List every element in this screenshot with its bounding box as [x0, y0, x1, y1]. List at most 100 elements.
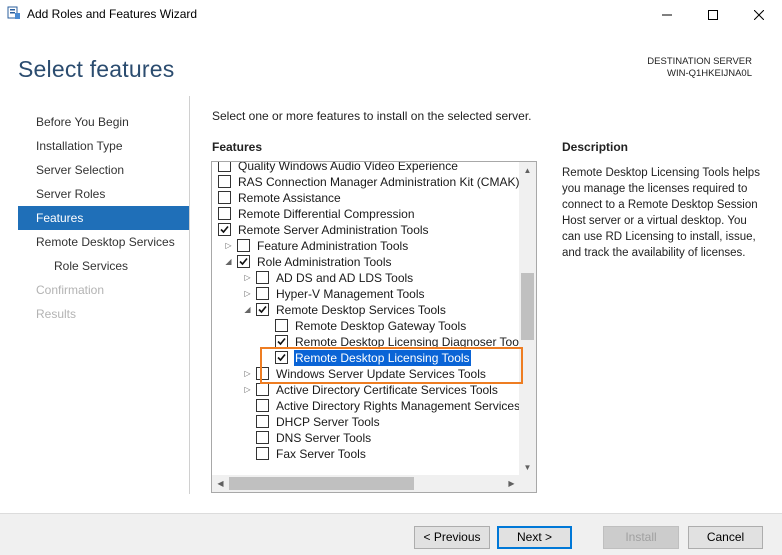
close-button[interactable] — [736, 0, 782, 30]
feature-checkbox[interactable] — [256, 303, 269, 316]
minimize-icon — [662, 14, 672, 16]
collapsed-arrow-icon[interactable]: ▷ — [243, 289, 252, 299]
tree-row[interactable]: ▷ Active Directory Certificate Services T… — [212, 382, 520, 398]
feature-checkbox[interactable] — [256, 271, 269, 284]
feature-label[interactable]: Quality Windows Audio Video Experience — [237, 162, 459, 174]
scrollbar-corner — [519, 475, 536, 492]
scroll-left-arrow-icon[interactable]: ◀ — [212, 475, 229, 492]
maximize-icon — [708, 10, 718, 20]
title-bar: Add Roles and Features Wizard — [0, 0, 782, 30]
wizard-nav: Before You Begin Installation Type Serve… — [18, 110, 189, 326]
tree-row[interactable]: Remote Desktop Gateway Tools — [212, 318, 520, 334]
nav-item-before-you-begin[interactable]: Before You Begin — [18, 110, 189, 134]
tree-row[interactable]: DNS Server Tools — [212, 430, 520, 446]
feature-label[interactable]: Role Administration Tools — [256, 254, 393, 270]
destination-server-name: WIN-Q1HKEIJNA0L — [667, 68, 752, 79]
feature-checkbox[interactable] — [256, 415, 269, 428]
feature-label[interactable]: Remote Desktop Services Tools — [275, 302, 447, 318]
collapsed-arrow-icon[interactable]: ▷ — [243, 385, 252, 395]
annotation-highlight-box — [260, 347, 523, 384]
vertical-scroll-thumb[interactable] — [521, 273, 534, 340]
nav-item-server-roles[interactable]: Server Roles — [18, 182, 189, 206]
feature-checkbox[interactable] — [218, 223, 231, 236]
expanded-arrow-icon[interactable]: ◢ — [224, 257, 233, 267]
feature-label[interactable]: Remote Desktop Gateway Tools — [294, 318, 467, 334]
expanded-arrow-icon[interactable]: ◢ — [243, 305, 252, 315]
scroll-up-arrow-icon[interactable]: ▲ — [519, 162, 536, 179]
tree-row[interactable]: ▷ Feature Administration Tools — [212, 238, 520, 254]
features-heading: Features — [212, 140, 263, 154]
feature-checkbox[interactable] — [256, 431, 269, 444]
install-button: Install — [603, 526, 679, 549]
page-title: Select features — [18, 56, 175, 82]
feature-checkbox[interactable] — [275, 319, 288, 332]
maximize-button[interactable] — [690, 0, 736, 30]
feature-label[interactable]: AD DS and AD LDS Tools — [275, 270, 414, 286]
feature-checkbox[interactable] — [256, 447, 269, 460]
feature-checkbox[interactable] — [218, 191, 231, 204]
nav-divider — [189, 96, 190, 494]
features-tree-viewport: Quality Windows Audio Video Experience RA… — [212, 162, 520, 476]
tree-row[interactable]: Active Directory Rights Management Servi… — [212, 398, 520, 414]
feature-checkbox[interactable] — [237, 255, 250, 268]
description-heading: Description — [562, 140, 629, 154]
collapsed-arrow-icon[interactable]: ▷ — [243, 273, 252, 283]
feature-checkbox[interactable] — [218, 175, 231, 188]
nav-item-remote-desktop-services[interactable]: Remote Desktop Services — [18, 230, 189, 254]
nav-item-role-services[interactable]: Role Services — [18, 254, 189, 278]
feature-checkbox[interactable] — [256, 399, 269, 412]
tree-row[interactable]: Remote Assistance — [212, 190, 520, 206]
scroll-right-arrow-icon[interactable]: ▶ — [503, 475, 520, 492]
description-text: Remote Desktop Licensing Tools helps you… — [562, 167, 760, 259]
collapsed-arrow-icon[interactable]: ▷ — [243, 369, 252, 379]
destination-label: DESTINATION SERVER — [647, 56, 752, 67]
feature-label[interactable]: Remote Server Administration Tools — [237, 222, 430, 238]
instruction-text: Select one or more features to install o… — [212, 109, 532, 123]
nav-item-server-selection[interactable]: Server Selection — [18, 158, 189, 182]
feature-label[interactable]: Remote Differential Compression — [237, 206, 416, 222]
nav-item-confirmation: Confirmation — [36, 283, 105, 297]
feature-checkbox[interactable] — [256, 287, 269, 300]
wizard-footer: < Previous Next > Install Cancel — [0, 513, 782, 555]
next-button[interactable]: Next > — [497, 526, 572, 549]
tree-row[interactable]: RAS Connection Manager Administration Ki… — [212, 174, 520, 190]
horizontal-scroll-thumb[interactable] — [229, 477, 414, 490]
horizontal-scrollbar[interactable]: ◀ ▶ — [212, 475, 520, 492]
tree-row[interactable]: ▷ AD DS and AD LDS Tools — [212, 270, 520, 286]
tree-row[interactable]: Quality Windows Audio Video Experience — [212, 162, 520, 174]
feature-label[interactable]: Fax Server Tools — [275, 446, 367, 462]
feature-label[interactable]: DHCP Server Tools — [275, 414, 381, 430]
nav-item-features[interactable]: Features — [18, 206, 189, 230]
server-manager-icon — [7, 6, 21, 20]
destination-server-info: DESTINATION SERVER WIN-Q1HKEIJNA0L — [647, 56, 752, 80]
tree-row[interactable]: Remote Server Administration Tools — [212, 222, 520, 238]
feature-label[interactable]: DNS Server Tools — [275, 430, 372, 446]
nav-item-installation-type[interactable]: Installation Type — [18, 134, 189, 158]
window-title: Add Roles and Features Wizard — [27, 7, 198, 21]
feature-label[interactable]: Feature Administration Tools — [256, 238, 409, 254]
tree-row[interactable]: DHCP Server Tools — [212, 414, 520, 430]
previous-button[interactable]: < Previous — [414, 526, 490, 549]
feature-checkbox[interactable] — [256, 383, 269, 396]
feature-label[interactable]: Remote Assistance — [237, 190, 342, 206]
feature-checkbox[interactable] — [218, 207, 231, 220]
feature-checkbox[interactable] — [237, 239, 250, 252]
tree-row[interactable]: ◢ Remote Desktop Services Tools — [212, 302, 520, 318]
tree-row[interactable]: Fax Server Tools — [212, 446, 520, 462]
feature-label[interactable]: RAS Connection Manager Administration Ki… — [237, 174, 520, 190]
tree-row[interactable]: ▷ Hyper-V Management Tools — [212, 286, 520, 302]
tree-row[interactable]: ◢ Role Administration Tools — [212, 254, 520, 270]
close-icon — [754, 10, 764, 20]
feature-label[interactable]: Active Directory Certificate Services To… — [275, 382, 499, 398]
feature-label[interactable]: Hyper-V Management Tools — [275, 286, 426, 302]
nav-item-results: Results — [36, 307, 77, 321]
features-tree[interactable]: Quality Windows Audio Video Experience RA… — [211, 161, 537, 493]
feature-label[interactable]: Active Directory Rights Management Servi… — [275, 398, 520, 414]
cancel-button[interactable]: Cancel — [688, 526, 763, 549]
minimize-button[interactable] — [644, 0, 690, 30]
vertical-scrollbar[interactable]: ▲ ▼ — [519, 162, 536, 476]
feature-checkbox[interactable] — [218, 162, 231, 172]
tree-row[interactable]: Remote Differential Compression — [212, 206, 520, 222]
scroll-down-arrow-icon[interactable]: ▼ — [519, 459, 536, 476]
collapsed-arrow-icon[interactable]: ▷ — [224, 241, 233, 251]
